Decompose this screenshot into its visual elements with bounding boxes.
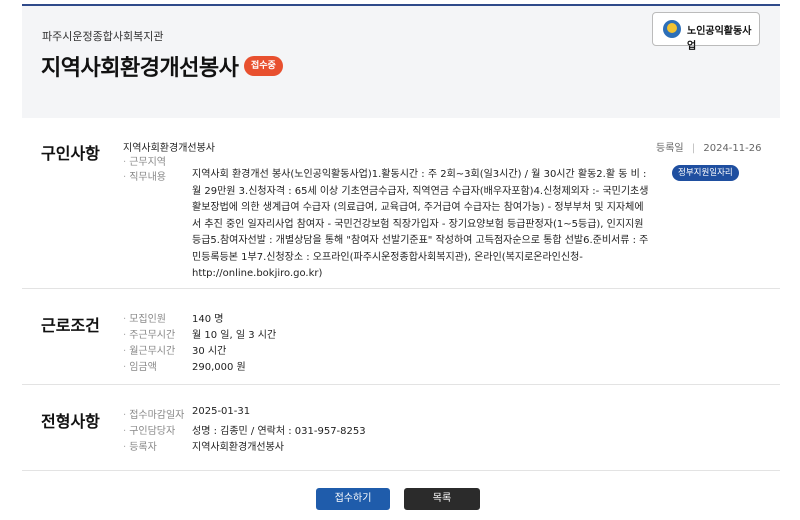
duties-label: 직무내용 <box>123 168 166 183</box>
condition-value: 290,000 원 <box>192 362 246 373</box>
registered-date: 등록일 | 2024-11-26 <box>656 139 761 154</box>
status-badge: 접수중 <box>244 56 283 76</box>
list-button[interactable]: 목록 <box>404 488 480 510</box>
selection-section: 전형사항 접수마감일자 2025-01-31 구인담당자 성명 : 김종민 / … <box>22 384 780 471</box>
recruit-section: 구인사항 지역사회환경개선봉사 등록일 | 2024-11-26 정부지원일자리… <box>22 118 780 289</box>
logo-text: 노인공익활동사업 <box>687 26 752 52</box>
gov-support-badge: 정부지원일자리 <box>672 165 739 181</box>
divider: | <box>691 143 696 154</box>
condition-value: 월 10 일, 일 3 시간 <box>192 330 277 341</box>
program-logo: 노인공익활동사업 <box>652 12 760 52</box>
selection-value: 지역사회환경개선봉사 <box>192 442 284 453</box>
selection-value: 성명 : 김종민 / 연락처 : 031-957-8253 <box>192 426 366 437</box>
page-header: 파주시운정종합사회복지관 지역사회환경개선봉사 접수중 노인공익활동사업 <box>22 6 780 118</box>
condition-label: 모집인원 <box>123 310 166 325</box>
job-name: 지역사회환경개선봉사 <box>123 143 215 154</box>
org-name: 파주시운정종합사회복지관 <box>42 30 164 43</box>
selection-label: 접수마감일자 <box>123 406 184 421</box>
conditions-section-title: 근로조건 <box>41 316 100 335</box>
selection-label: 등록자 <box>123 438 157 453</box>
condition-label: 임금액 <box>123 358 157 373</box>
registered-date-value: 2024-11-26 <box>703 143 762 154</box>
selection-value: 2025-01-31 <box>192 406 251 417</box>
apply-button[interactable]: 접수하기 <box>316 488 390 510</box>
lightbulb-icon <box>663 20 681 38</box>
page-title: 지역사회환경개선봉사 <box>41 56 239 81</box>
selection-label: 구인담당자 <box>123 422 175 437</box>
condition-value: 140 명 <box>192 314 224 325</box>
conditions-section: 근로조건 모집인원 140 명 주근무시간 월 10 일, 일 3 시간 월근무… <box>22 288 780 385</box>
condition-label: 월근무시간 <box>123 342 175 357</box>
recruit-content: 지역사회환경개선봉사 등록일 | 2024-11-26 정부지원일자리 근무지역… <box>22 139 780 279</box>
work-area-label: 근무지역 <box>123 153 166 168</box>
condition-label: 주근무시간 <box>123 326 175 341</box>
selection-section-title: 전형사항 <box>41 412 100 431</box>
duties-text: 지역사회 환경개선 봉사(노인공익활동사업)1.활동시간 : 주 2회~3회(일… <box>192 169 649 279</box>
registered-label: 등록일 <box>656 143 684 154</box>
condition-value: 30 시간 <box>192 346 227 357</box>
